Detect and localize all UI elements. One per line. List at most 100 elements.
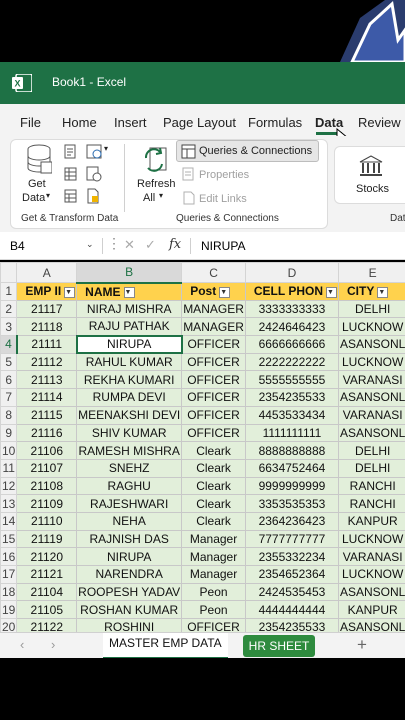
refresh-all-label-2[interactable]: All	[143, 192, 155, 204]
row-header[interactable]: 2	[0, 299, 18, 319]
row-header[interactable]: 3	[0, 317, 18, 337]
row-header[interactable]: 8	[0, 405, 18, 425]
data-cell[interactable]: 2364236423	[244, 511, 340, 531]
tab-home[interactable]: Home	[62, 115, 97, 130]
data-cell[interactable]: DELHI	[337, 441, 405, 460]
data-cell[interactable]: 4444444444	[244, 600, 340, 620]
data-cell[interactable]: 8888888888	[244, 441, 340, 460]
refresh-all-label[interactable]: Refresh	[137, 178, 176, 190]
recent-sources-icon[interactable]	[86, 166, 102, 182]
row-header[interactable]: 18	[0, 582, 18, 602]
table-header-cell[interactable]: EMP II ▼	[16, 282, 78, 301]
data-cell[interactable]: VARANASI	[337, 370, 405, 390]
data-cell[interactable]: NIRAJ MISHRA	[76, 299, 183, 319]
column-header-b[interactable]: B	[76, 262, 183, 284]
data-cell[interactable]: RUMPA DEVI	[76, 388, 183, 407]
tab-formulas[interactable]: Formulas	[248, 115, 302, 130]
formula-input[interactable]: NIRUPA	[201, 239, 245, 253]
data-cell[interactable]: 9999999999	[244, 476, 340, 496]
row-header[interactable]: 10	[0, 441, 18, 460]
sheet-tab-hr-sheet[interactable]: HR SHEET	[243, 635, 315, 657]
data-cell[interactable]: Manager	[181, 565, 246, 584]
data-cell[interactable]: MANAGER	[181, 317, 246, 337]
data-cell[interactable]: NEHA	[76, 511, 183, 531]
data-cell[interactable]: Manager	[181, 529, 246, 549]
scroll-left-icon[interactable]: ‹	[20, 637, 24, 652]
data-cell[interactable]: ROOPESH YADAV	[76, 582, 183, 602]
data-cell[interactable]: 21117	[16, 299, 78, 319]
insert-function-icon[interactable]: fx	[169, 237, 181, 252]
row-header[interactable]: 16	[0, 547, 18, 566]
data-cell[interactable]: LUCKNOW	[337, 529, 405, 549]
data-cell[interactable]: 1111111111	[244, 423, 340, 443]
row-header[interactable]: 17	[0, 565, 18, 584]
data-cell[interactable]: Peon	[181, 600, 246, 620]
tab-review[interactable]: Review	[358, 115, 401, 130]
data-cell[interactable]: 5555555555	[244, 370, 340, 390]
name-box-chevron-down-icon[interactable]: ⌄	[86, 239, 94, 250]
chevron-down-icon[interactable]: ▾	[46, 191, 50, 200]
database-icon[interactable]	[26, 144, 52, 174]
table-header-cell[interactable]: Post ▼	[181, 282, 246, 301]
data-cell[interactable]: VARANASI	[337, 547, 405, 566]
data-cell[interactable]: LUCKNOW	[337, 565, 405, 584]
data-cell[interactable]: 3333333333	[244, 299, 340, 319]
add-sheet-button[interactable]: +	[357, 635, 367, 655]
data-cell[interactable]: ASANSONL	[337, 618, 405, 632]
data-cell[interactable]: 2354235533	[244, 618, 340, 632]
data-cell[interactable]: ASANSONL	[337, 335, 405, 354]
row-header[interactable]: 15	[0, 529, 18, 549]
data-cell[interactable]: LUCKNOW	[337, 352, 405, 372]
data-cell[interactable]: 21104	[16, 582, 78, 602]
from-file-icon[interactable]	[86, 188, 100, 204]
from-table-icon[interactable]	[64, 166, 78, 182]
data-cell[interactable]: RAJU PATHAK	[76, 317, 183, 337]
data-cell[interactable]: 6666666666	[244, 335, 340, 354]
data-cell[interactable]: OFFICER	[181, 405, 246, 425]
sheet-table[interactable]: A B C D E 1 EMP II ▼ NAME ▼ Post ▼ CELL PHON ▼ CITY ▼ 2 2…	[0, 262, 405, 632]
row-header[interactable]: 14	[0, 511, 18, 531]
data-cell[interactable]: MANAGER	[181, 299, 246, 319]
data-cell[interactable]: RANCHI	[337, 476, 405, 496]
data-cell[interactable]: OFFICER	[181, 388, 246, 407]
data-cell[interactable]: Manager	[181, 547, 246, 566]
data-cell[interactable]: ROSHAN KUMAR	[76, 600, 183, 620]
data-cell[interactable]: 21122	[16, 618, 78, 632]
data-cell[interactable]: RAMESH MISHRA	[76, 441, 183, 460]
data-cell[interactable]: 21107	[16, 458, 78, 478]
data-cell[interactable]: ASANSONL	[337, 582, 405, 602]
column-header-a[interactable]: A	[16, 262, 78, 283]
get-data-label[interactable]: Get	[28, 178, 46, 190]
data-cell[interactable]: Cleark	[181, 511, 246, 531]
table-header-cell[interactable]: CELL PHON ▼	[244, 282, 340, 301]
data-cell[interactable]: 21120	[16, 547, 78, 566]
data-cell[interactable]: 2354652364	[244, 565, 340, 584]
queries-connections-button[interactable]: Queries & Connections	[176, 140, 319, 162]
chevron-down-icon-2[interactable]: ▾	[104, 144, 108, 153]
tab-file[interactable]: File	[20, 115, 41, 130]
data-cell[interactable]: 21112	[16, 352, 78, 372]
cancel-icon[interactable]: ✕	[124, 237, 135, 253]
existing-connections-icon[interactable]	[64, 188, 78, 204]
data-cell[interactable]: 21114	[16, 388, 78, 407]
data-cell[interactable]: 21115	[16, 405, 78, 425]
get-data-label-2[interactable]: Data	[22, 192, 45, 204]
data-cell[interactable]: DELHI	[337, 299, 405, 319]
data-cell[interactable]: LUCKNOW	[337, 317, 405, 337]
tab-insert[interactable]: Insert	[114, 115, 147, 130]
data-cell[interactable]: 2424535453	[244, 582, 340, 602]
data-cell[interactable]: DELHI	[337, 458, 405, 478]
stocks-label[interactable]: Stocks	[356, 183, 389, 195]
filter-dropdown-icon[interactable]: ▼	[377, 286, 389, 298]
data-cell[interactable]: Cleark	[181, 494, 246, 513]
data-cell[interactable]: ASANSONL	[337, 388, 405, 407]
data-cell[interactable]: KANPUR	[337, 511, 405, 531]
data-cell[interactable]: RAGHU	[76, 476, 183, 496]
data-cell[interactable]: NIRUPA	[76, 547, 183, 566]
data-cell[interactable]: 21116	[16, 423, 78, 443]
data-cell[interactable]: RAJNISH DAS	[76, 529, 183, 549]
sheet-tab-master-emp-data[interactable]: MASTER EMP DATA	[103, 633, 228, 659]
chevron-down-icon-3[interactable]: ▾	[159, 191, 163, 200]
data-cell[interactable]: 2222222222	[244, 352, 340, 372]
row-header[interactable]: 7	[0, 388, 18, 407]
